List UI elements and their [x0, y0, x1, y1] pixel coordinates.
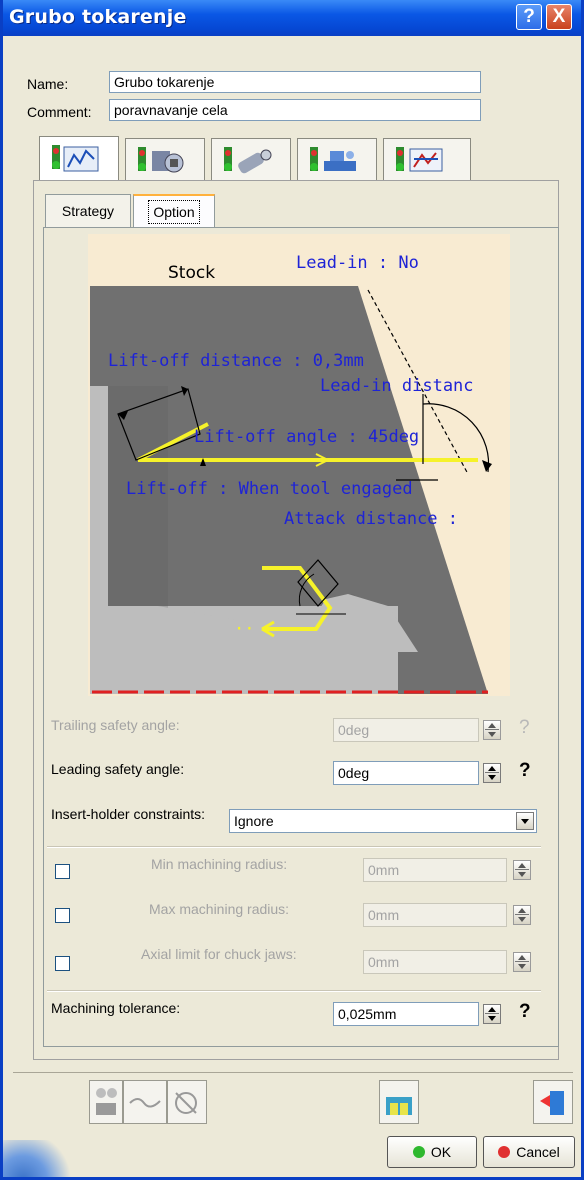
comment-field[interactable]: [109, 99, 481, 121]
trailing-safety-angle-spinner[interactable]: [483, 720, 501, 740]
min-machining-radius-field[interactable]: [363, 858, 507, 882]
tab-feeds-speeds[interactable]: [297, 138, 377, 180]
trailing-safety-angle-help[interactable]: ?: [519, 717, 530, 739]
insert-holder-constraints-value: Ignore: [234, 813, 274, 829]
title-bar[interactable]: Grubo tokarenje ? X: [3, 0, 581, 36]
help-button[interactable]: ?: [516, 4, 542, 30]
max-machining-radius-field[interactable]: [363, 903, 507, 927]
trailing-safety-angle-label: Trailing safety angle:: [51, 717, 180, 733]
ok-icon: [412, 1146, 425, 1158]
tab-option[interactable]: Option: [133, 194, 215, 228]
tab-tool-assembly[interactable]: [211, 138, 291, 180]
toolpath-icon: [386, 1097, 412, 1115]
section-divider: [47, 990, 541, 992]
ok-button[interactable]: OK: [387, 1136, 477, 1168]
name-label: Name:: [27, 76, 69, 92]
max-machining-radius-label: Max machining radius:: [149, 901, 290, 917]
leading-safety-angle-field[interactable]: [333, 761, 479, 785]
max-machining-radius-spinner[interactable]: [513, 905, 531, 925]
section-divider: [47, 846, 541, 848]
name-field[interactable]: [109, 71, 481, 93]
ok-label: OK: [430, 1144, 452, 1160]
video-simulation-button[interactable]: [123, 1080, 167, 1124]
cancel-button[interactable]: Cancel: [483, 1136, 575, 1168]
machining-tolerance-label: Machining tolerance:: [51, 1000, 181, 1016]
tab-tool[interactable]: [125, 138, 205, 180]
machining-tolerance-field[interactable]: [333, 1002, 479, 1026]
replay-icon: [96, 1088, 117, 1115]
bottom-separator: [13, 1072, 573, 1073]
svg-text:··: ··: [262, 559, 282, 579]
tab-macros[interactable]: [383, 138, 471, 180]
lift-off-distance-label: Lift-off distance : 0,3mm: [108, 351, 364, 371]
attack-distance-label: Attack distance :: [284, 509, 458, 529]
trailing-safety-angle-field[interactable]: [333, 718, 479, 742]
leading-safety-angle-help[interactable]: ?: [519, 760, 531, 782]
tab-strategy[interactable]: Strategy: [45, 194, 131, 228]
axial-limit-checkbox[interactable]: [55, 956, 70, 971]
leading-safety-angle-label: Leading safety angle:: [51, 761, 185, 777]
analysis-button[interactable]: [167, 1080, 207, 1124]
tab-geometry[interactable]: [39, 136, 119, 180]
chevron-down-icon[interactable]: [516, 812, 534, 830]
tab-option-label: Option: [148, 200, 200, 224]
tool-path-button[interactable]: [379, 1080, 419, 1124]
axial-limit-label: Axial limit for chuck jaws:: [141, 946, 297, 962]
geometry-icon: [52, 145, 99, 172]
cancel-icon: [498, 1146, 511, 1158]
lead-in-label: Lead-in : No: [296, 253, 419, 273]
insert-holder-constraints-select[interactable]: Ignore: [229, 809, 537, 833]
tool-path-replay-button[interactable]: [89, 1080, 123, 1124]
feeds-speeds-icon: [310, 147, 356, 171]
lift-off-diagram: Stock Lead-in : No Lift-off distance : 0…: [88, 234, 510, 696]
operation-dialog: Grubo tokarenje ? X Name: Comment:: [0, 0, 584, 1180]
close-button[interactable]: X: [546, 4, 572, 30]
comment-label: Comment:: [27, 104, 92, 120]
exit-icon: [540, 1091, 564, 1115]
min-machining-radius-checkbox[interactable]: [55, 864, 70, 879]
window-title: Grubo tokarenje: [9, 6, 187, 28]
taskbar-corner: [3, 1140, 73, 1177]
machining-tolerance-help[interactable]: ?: [519, 1001, 531, 1023]
cancel-label: Cancel: [516, 1144, 560, 1160]
max-machining-radius-checkbox[interactable]: [55, 908, 70, 923]
svg-text:··: ··: [234, 619, 254, 639]
analysis-icon: [175, 1092, 197, 1114]
tool-icon: [138, 147, 184, 173]
tool-assembly-icon: [224, 147, 272, 174]
stock-label: Stock: [168, 263, 215, 283]
lift-off-when-label: Lift-off : When tool engaged: [126, 479, 413, 499]
axial-limit-field[interactable]: [363, 950, 507, 974]
exit-button[interactable]: [533, 1080, 573, 1124]
simulation-icon: [129, 1098, 161, 1108]
lift-off-angle-label: Lift-off angle : 45deg: [194, 427, 419, 447]
insert-holder-constraints-label: Insert-holder constraints:: [51, 806, 206, 822]
machining-tolerance-spinner[interactable]: [483, 1004, 501, 1024]
axial-limit-spinner[interactable]: [513, 952, 531, 972]
lead-in-distance-label: Lead-in distanc: [320, 376, 474, 396]
leading-safety-angle-spinner[interactable]: [483, 763, 501, 783]
macros-icon: [396, 147, 443, 172]
min-machining-radius-spinner[interactable]: [513, 860, 531, 880]
min-machining-radius-label: Min machining radius:: [151, 856, 288, 872]
